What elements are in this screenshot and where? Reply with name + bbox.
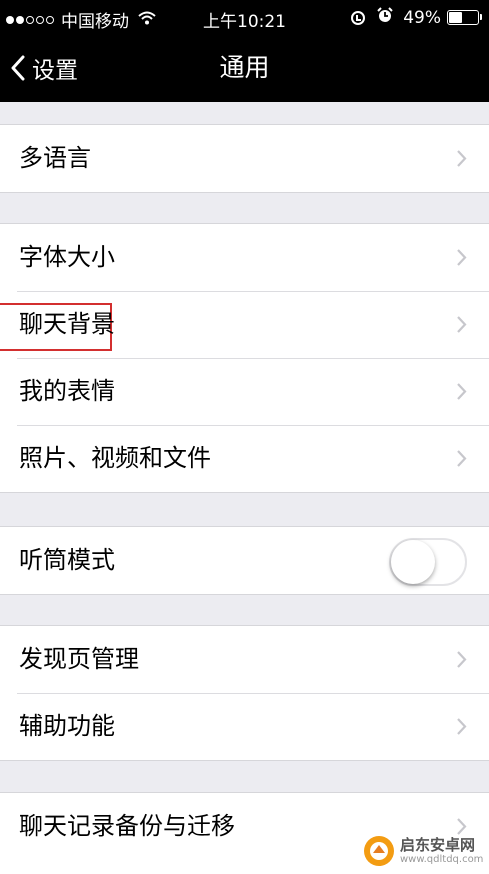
earpiece-mode-toggle[interactable] xyxy=(389,538,467,586)
row-label: 发现页管理 xyxy=(19,645,139,673)
chevron-right-icon xyxy=(457,383,467,400)
status-bar: 中国移动 上午10:21 49% xyxy=(0,0,489,36)
battery-fill xyxy=(449,12,462,23)
chevron-right-icon xyxy=(457,651,467,668)
battery-percent: 49% xyxy=(403,7,441,28)
row-earpiece-mode: 听筒模式 xyxy=(0,527,489,594)
row-label: 多语言 xyxy=(19,144,91,172)
site-watermark: 启东安卓网 www.qdltdq.com xyxy=(362,830,487,872)
row-label: 字体大小 xyxy=(19,243,115,271)
row-my-stickers[interactable]: 我的表情 xyxy=(0,358,489,425)
watermark-logo-icon xyxy=(364,836,394,866)
row-label: 听筒模式 xyxy=(19,546,115,574)
chevron-right-icon xyxy=(457,316,467,333)
settings-group-earpiece: 听筒模式 xyxy=(0,526,489,595)
chevron-right-icon xyxy=(457,450,467,467)
row-label: 我的表情 xyxy=(19,377,115,405)
row-language[interactable]: 多语言 xyxy=(0,125,489,192)
navigation-bar: 设置 通用 xyxy=(0,36,489,102)
settings-group-discover: 发现页管理 辅助功能 xyxy=(0,625,489,761)
row-label: 照片、视频和文件 xyxy=(19,444,211,472)
chevron-right-icon xyxy=(457,150,467,167)
row-chat-background[interactable]: 聊天背景 xyxy=(0,291,489,358)
row-label: 聊天背景 xyxy=(19,310,115,338)
row-accessibility[interactable]: 辅助功能 xyxy=(0,693,489,760)
row-discover-management[interactable]: 发现页管理 xyxy=(0,626,489,693)
status-right: 49% xyxy=(351,7,482,28)
toggle-knob xyxy=(391,540,435,584)
settings-group-language: 多语言 xyxy=(0,124,489,193)
row-label: 聊天记录备份与迁移 xyxy=(19,812,235,840)
settings-group-display: 字体大小 聊天背景 我的表情 照片、视频和文件 xyxy=(0,223,489,493)
chevron-right-icon xyxy=(457,718,467,735)
battery-icon xyxy=(447,10,482,25)
watermark-url: www.qdltdq.com xyxy=(400,853,484,865)
alarm-icon xyxy=(377,7,393,28)
row-photos-videos-files[interactable]: 照片、视频和文件 xyxy=(0,425,489,492)
page-title: 通用 xyxy=(219,53,270,82)
rotation-lock-icon xyxy=(351,10,366,25)
row-font-size[interactable]: 字体大小 xyxy=(0,224,489,291)
chevron-right-icon xyxy=(457,249,467,266)
watermark-name: 启东安卓网 xyxy=(400,836,476,855)
row-label: 辅助功能 xyxy=(19,712,115,740)
